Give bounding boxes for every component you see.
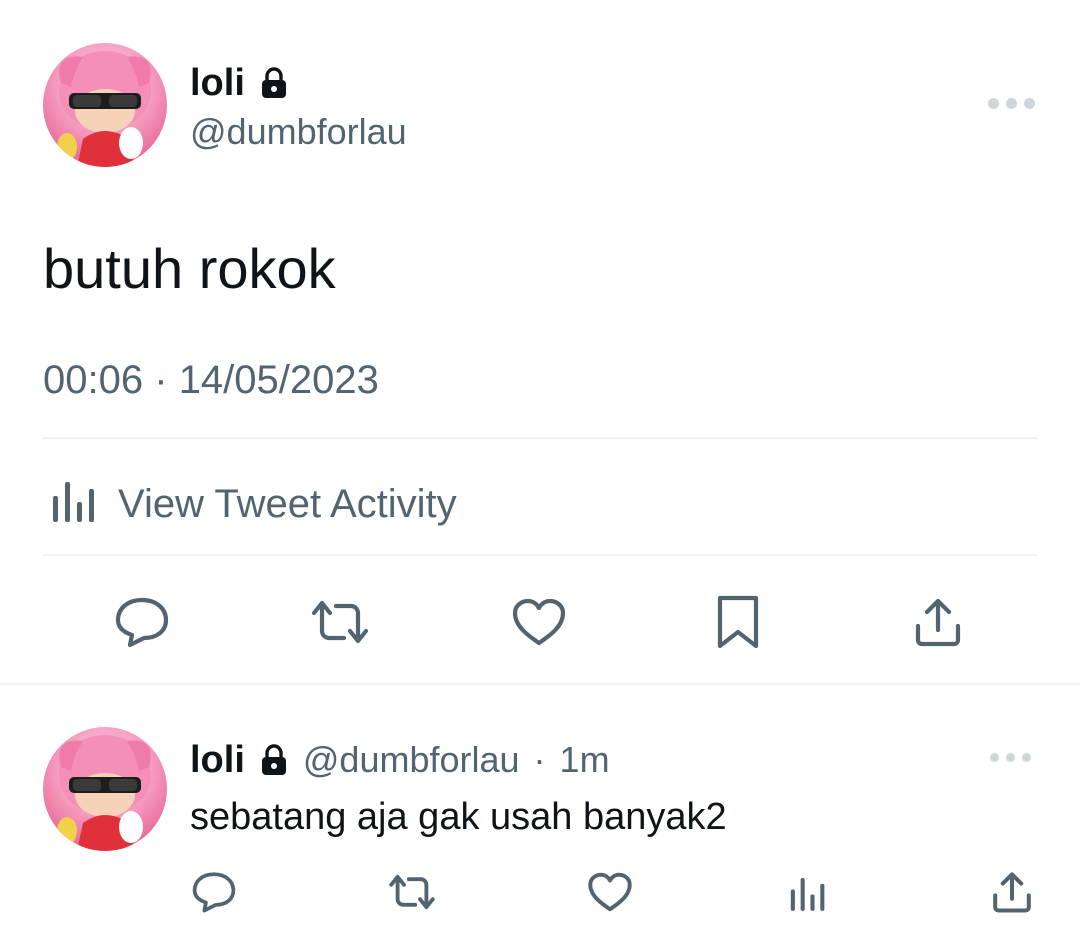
heart-icon bbox=[512, 598, 566, 646]
more-options-button[interactable] bbox=[988, 98, 1035, 109]
author-handle[interactable]: @dumbforlau bbox=[190, 114, 407, 150]
comment-icon bbox=[115, 597, 169, 648]
bookmark-icon bbox=[717, 595, 759, 649]
reply-analytics-button[interactable] bbox=[776, 860, 840, 924]
retweet-icon bbox=[311, 600, 369, 644]
reply-share-button[interactable] bbox=[980, 860, 1044, 924]
avatar-image bbox=[57, 51, 151, 167]
more-horizontal-icon bbox=[988, 98, 999, 109]
reply-reply-button[interactable] bbox=[182, 860, 246, 924]
bar-chart-icon bbox=[52, 476, 96, 532]
lock-icon bbox=[259, 744, 289, 776]
lock-icon bbox=[259, 67, 289, 99]
reply-author-handle[interactable]: @dumbforlau bbox=[303, 742, 520, 778]
bookmark-button[interactable] bbox=[706, 590, 770, 654]
reply-like-button[interactable] bbox=[578, 860, 642, 924]
reply-author-name[interactable]: loli bbox=[190, 741, 245, 779]
retweet-icon bbox=[389, 874, 435, 910]
comment-icon bbox=[192, 872, 236, 913]
tweet-time: 00:06 bbox=[43, 358, 144, 402]
reply-author-avatar[interactable] bbox=[43, 727, 167, 851]
share-icon bbox=[915, 598, 961, 647]
retweet-button[interactable] bbox=[308, 590, 372, 654]
thread-divider bbox=[0, 683, 1080, 685]
reply-retweet-button[interactable] bbox=[380, 860, 444, 924]
tweet-date: 14/05/2023 bbox=[178, 358, 379, 402]
reply-text: sebatang aja gak usah banyak2 bbox=[190, 796, 727, 838]
author-avatar[interactable] bbox=[43, 43, 167, 167]
reply-more-options-button[interactable] bbox=[990, 753, 1031, 762]
avatar-image bbox=[57, 735, 151, 851]
more-horizontal-icon bbox=[990, 753, 999, 762]
view-tweet-activity-link[interactable]: View Tweet Activity bbox=[52, 476, 457, 532]
like-button[interactable] bbox=[507, 590, 571, 654]
heart-icon bbox=[588, 872, 632, 912]
share-icon bbox=[993, 872, 1031, 913]
reply-button[interactable] bbox=[110, 590, 174, 654]
meta-separator: · bbox=[154, 358, 168, 402]
divider bbox=[42, 437, 1038, 439]
reply-meta-separator: · bbox=[533, 739, 546, 780]
reply-age[interactable]: 1m bbox=[560, 742, 610, 778]
tweet-text: butuh rokok bbox=[43, 237, 336, 300]
divider bbox=[42, 554, 1038, 556]
bar-chart-icon bbox=[790, 878, 825, 911]
tweet-timestamp[interactable]: 00:06 · 14/05/2023 bbox=[43, 360, 379, 400]
author-name[interactable]: loli bbox=[190, 64, 245, 102]
activity-label: View Tweet Activity bbox=[118, 481, 457, 526]
share-button[interactable] bbox=[906, 590, 970, 654]
